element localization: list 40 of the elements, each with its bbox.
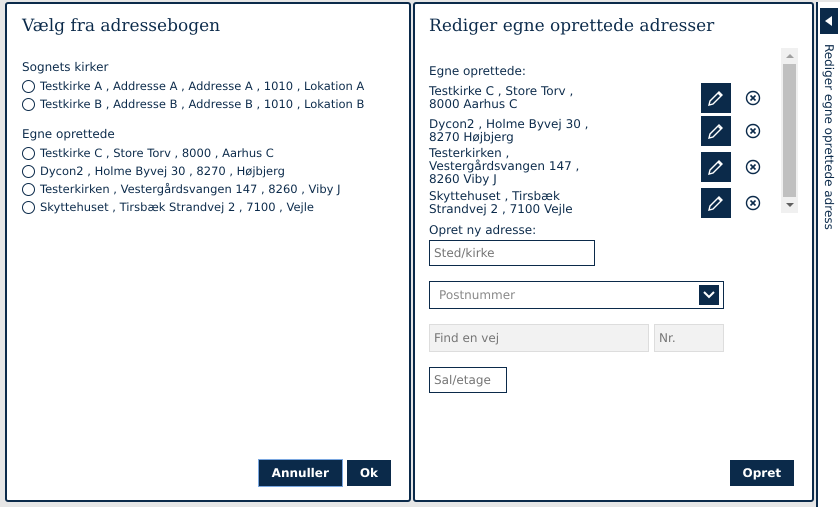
address-text: Testerkirken , Vestergårdsvangen 147 , 8260 Viby J <box>429 147 580 186</box>
remove-icon[interactable] <box>745 122 762 138</box>
address-option[interactable]: Testkirke C , Store Torv , 8000 , Aarhus C <box>40 146 274 160</box>
address-text: Skyttehuset , Tirsbæk Strandvej 2 , 7100 Vejle <box>429 190 574 216</box>
address-option[interactable]: Dycon2 , Holme Byvej 30 , 8270 , Højbjerg <box>40 164 285 178</box>
dialog-title: Vælg fra adressebogen <box>22 16 222 36</box>
group-heading: Sognets kirker <box>22 60 110 74</box>
place-field[interactable]: Sted/kirke <box>429 240 596 266</box>
edit-button[interactable] <box>701 188 732 218</box>
cancel-button[interactable]: Annuller <box>258 460 342 486</box>
collapse-button[interactable] <box>820 8 838 34</box>
address-text: Dycon2 , Holme Byvej 30 , 8270 Højbjerg <box>429 118 590 144</box>
scrollbar[interactable] <box>781 48 798 213</box>
floor-field[interactable]: Sal/etage <box>429 367 508 393</box>
remove-icon[interactable] <box>745 90 762 106</box>
list-heading: Egne oprettede: <box>429 64 527 78</box>
ok-button[interactable]: Ok <box>346 460 392 486</box>
address-option[interactable]: Skyttehuset , Tirsbæk Strandvej 2 , 7100 , Vejle <box>40 200 314 214</box>
arrow-left-icon <box>825 16 834 26</box>
edit-button[interactable] <box>701 152 732 182</box>
chevron-down-icon <box>703 291 716 299</box>
radio-button[interactable] <box>22 146 35 160</box>
address-text: Testkirke C , Store Torv , 8000 Aarhus C <box>429 84 574 110</box>
edit-button[interactable] <box>701 82 732 112</box>
dialog-title: Rediger egne oprettede adresser <box>429 16 716 36</box>
remove-icon[interactable] <box>745 194 762 210</box>
edit-button[interactable] <box>701 116 732 146</box>
radio-button[interactable] <box>22 200 35 214</box>
remove-icon[interactable] <box>745 158 762 174</box>
radio-button[interactable] <box>22 98 35 110</box>
form-heading: Opret ny adresse: <box>429 223 538 237</box>
radio-button[interactable] <box>22 182 35 196</box>
group-heading: Egne oprettede <box>22 127 116 141</box>
create-button[interactable]: Opret <box>730 460 794 486</box>
address-option[interactable]: Testkirke B , Addresse B , Addresse B , 1010 , Lokation B <box>40 97 364 111</box>
radio-button[interactable] <box>22 164 35 178</box>
postcode-dropdown[interactable]: Postnummer <box>429 281 724 309</box>
radio-button[interactable] <box>22 80 35 92</box>
address-option[interactable]: Testerkirken , Vestergårdsvangen 147 , 8260 , Viby J <box>40 182 340 196</box>
address-option[interactable]: Testkirke A , Addresse A , Addresse A , 1010 , Lokation A <box>40 79 364 93</box>
